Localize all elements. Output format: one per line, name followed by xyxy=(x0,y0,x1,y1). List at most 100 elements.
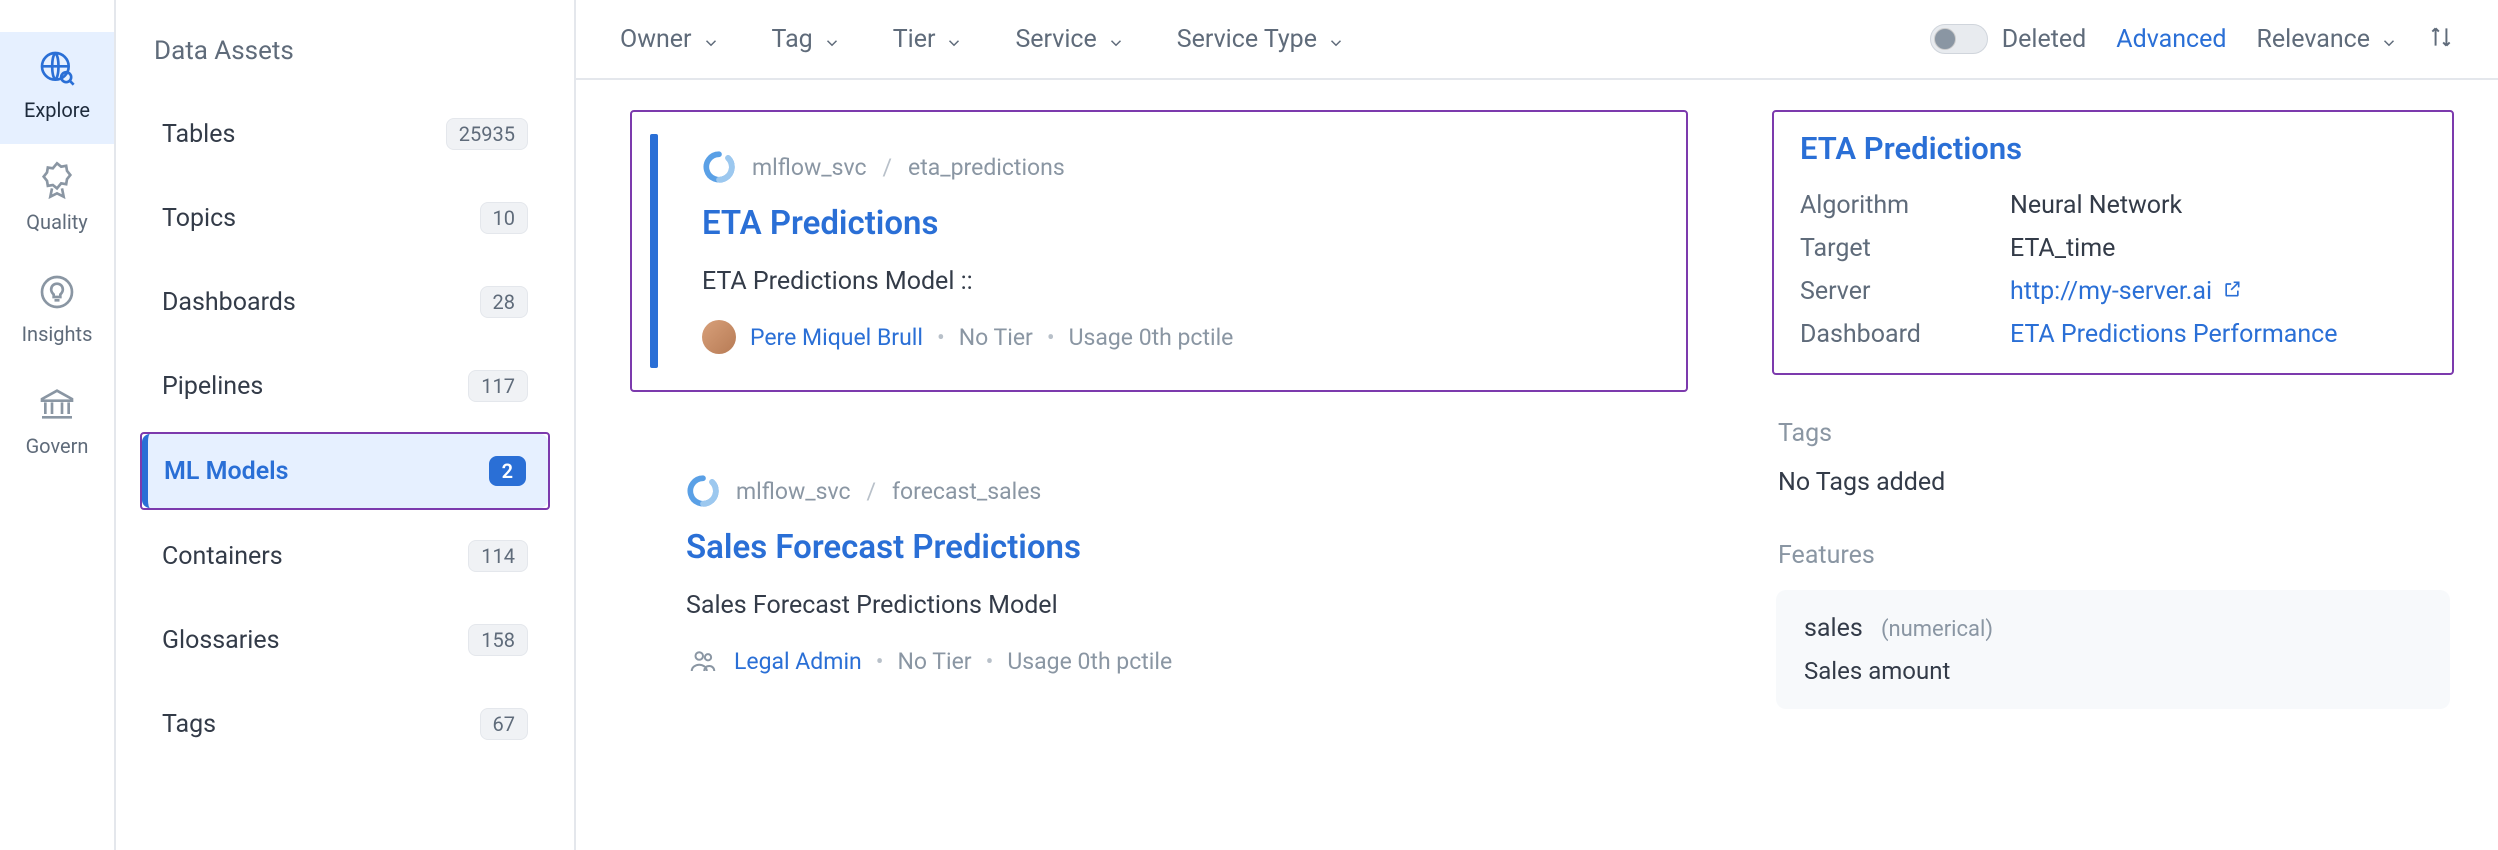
sort-relevance[interactable]: Relevance xyxy=(2256,25,2398,54)
sidebar-item-label: Glossaries xyxy=(162,626,279,655)
filter-service-type[interactable]: Service Type xyxy=(1177,25,1345,54)
feature-desc: Sales amount xyxy=(1804,657,2422,685)
mlflow-icon xyxy=(686,474,720,508)
meta-dot: • xyxy=(937,324,945,351)
chevron-down-icon xyxy=(823,30,841,48)
sidebar-item-containers[interactable]: Containers 114 xyxy=(140,518,550,594)
chevron-down-icon xyxy=(945,30,963,48)
section-label-tags: Tags xyxy=(1778,419,2454,448)
result-card[interactable]: mlflow_svc / forecast_sales Sales Foreca… xyxy=(630,436,1688,714)
team-icon xyxy=(686,644,720,678)
sidebar-item-dashboards[interactable]: Dashboards 28 xyxy=(140,264,550,340)
main-area: Owner Tag Tier Service Service Type xyxy=(576,0,2498,850)
sidebar-item-label: Topics xyxy=(162,204,236,233)
sidebar-item-count: 10 xyxy=(480,202,528,234)
result-desc: Sales Forecast Predictions Model xyxy=(686,591,1652,620)
tier-label: No Tier xyxy=(898,648,972,675)
kv-key-dashboard: Dashboard xyxy=(1800,320,2010,349)
lightbulb-icon xyxy=(37,272,77,312)
sidebar-item-count: 2 xyxy=(489,456,526,486)
rail-label: Govern xyxy=(26,434,89,458)
breadcrumb-sep: / xyxy=(867,478,877,505)
sidebar-item-count: 28 xyxy=(480,286,528,318)
selected-stripe xyxy=(650,134,658,368)
deleted-toggle[interactable] xyxy=(1930,24,1988,54)
kv-value-algorithm: Neural Network xyxy=(2010,191,2426,220)
filter-service[interactable]: Service xyxy=(1015,25,1124,54)
result-title[interactable]: Sales Forecast Predictions xyxy=(686,528,1652,567)
result-card[interactable]: mlflow_svc / eta_predictions ETA Predict… xyxy=(630,110,1688,392)
sidebar-item-tables[interactable]: Tables 25935 xyxy=(140,96,550,172)
details-title: ETA Predictions xyxy=(1800,130,2426,167)
details-summary-box: ETA Predictions Algorithm Neural Network… xyxy=(1772,110,2454,375)
rail-item-govern[interactable]: Govern xyxy=(0,368,114,480)
sidebar-item-pipelines[interactable]: Pipelines 117 xyxy=(140,348,550,424)
filter-label: Tier xyxy=(893,25,936,54)
chevron-down-icon xyxy=(1107,30,1125,48)
breadcrumb-service: mlflow_svc xyxy=(752,154,867,181)
sidebar-item-glossaries[interactable]: Glossaries 158 xyxy=(140,602,550,678)
external-link-icon xyxy=(2222,277,2242,306)
asset-list: Tables 25935 Topics 10 Dashboards 28 Pip… xyxy=(140,96,550,762)
chevron-down-icon xyxy=(1327,30,1345,48)
tags-value: No Tags added xyxy=(1778,468,2454,497)
usage-label: Usage 0th pctile xyxy=(1007,648,1172,675)
filter-label: Owner xyxy=(620,25,692,54)
result-desc: ETA Predictions Model :: xyxy=(702,267,1650,296)
rail-item-insights[interactable]: Insights xyxy=(0,256,114,368)
toolbar-right: Deleted Advanced Relevance xyxy=(1930,24,2454,54)
sidebar-item-tags[interactable]: Tags 67 xyxy=(140,686,550,762)
toggle-knob xyxy=(1934,28,1956,50)
tier-label: No Tier xyxy=(959,324,1033,351)
kv-value-server[interactable]: http://my-server.ai xyxy=(2010,277,2426,306)
breadcrumb-service: mlflow_svc xyxy=(736,478,851,505)
feature-head: sales (numerical) xyxy=(1804,614,2422,643)
sidebar-item-label: Containers xyxy=(162,542,283,571)
mlflow-icon xyxy=(702,150,736,184)
filter-label: Service Type xyxy=(1177,25,1317,54)
chevron-down-icon xyxy=(2380,30,2398,48)
sort-direction-icon[interactable] xyxy=(2428,24,2454,54)
sidebar-item-label: Dashboards xyxy=(162,288,296,317)
kv-key-algorithm: Algorithm xyxy=(1800,191,2010,220)
breadcrumb-fqn: eta_predictions xyxy=(908,154,1065,181)
filter-owner[interactable]: Owner xyxy=(620,25,720,54)
details-panel: ETA Predictions Algorithm Neural Network… xyxy=(1742,80,2498,850)
sidebar-item-label: ML Models xyxy=(164,457,289,486)
sidebar-item-count: 158 xyxy=(468,624,528,656)
owner-link[interactable]: Legal Admin xyxy=(734,648,862,675)
avatar xyxy=(702,320,736,354)
meta-dot: • xyxy=(986,648,994,675)
kv-value-dashboard[interactable]: ETA Predictions Performance xyxy=(2010,320,2426,349)
details-kv: Algorithm Neural Network Target ETA_time… xyxy=(1800,191,2426,349)
globe-search-icon xyxy=(37,48,77,88)
feature-card: sales (numerical) Sales amount xyxy=(1776,590,2450,709)
dashboard-link: ETA Predictions Performance xyxy=(2010,320,2338,349)
usage-label: Usage 0th pctile xyxy=(1069,324,1234,351)
breadcrumb-sep: / xyxy=(883,154,893,181)
filter-label: Tag xyxy=(772,25,813,54)
bank-icon xyxy=(37,384,77,424)
sidebar-item-topics[interactable]: Topics 10 xyxy=(140,180,550,256)
filter-tier[interactable]: Tier xyxy=(893,25,964,54)
chevron-down-icon xyxy=(702,30,720,48)
relevance-label: Relevance xyxy=(2256,25,2370,54)
result-title[interactable]: ETA Predictions xyxy=(702,204,1650,243)
sidebar-title: Data Assets xyxy=(154,36,538,66)
filter-tag[interactable]: Tag xyxy=(772,25,841,54)
nav-rail: Explore Quality Insights Govern xyxy=(0,0,116,850)
kv-key-server: Server xyxy=(1800,277,2010,306)
sidebar-item-ml-models[interactable]: ML Models 2 xyxy=(142,434,548,508)
owner-link[interactable]: Pere Miquel Brull xyxy=(750,324,923,351)
rail-item-explore[interactable]: Explore xyxy=(0,32,114,144)
sidebar-item-count: 114 xyxy=(468,540,528,572)
advanced-link[interactable]: Advanced xyxy=(2116,25,2226,54)
meta-dot: • xyxy=(876,648,884,675)
result-meta: Pere Miquel Brull • No Tier • Usage 0th … xyxy=(702,320,1650,354)
rail-item-quality[interactable]: Quality xyxy=(0,144,114,256)
rail-label: Explore xyxy=(24,98,90,122)
kv-key-target: Target xyxy=(1800,234,2010,263)
kv-value-target: ETA_time xyxy=(2010,234,2426,263)
breadcrumb-fqn: forecast_sales xyxy=(892,478,1041,505)
deleted-label: Deleted xyxy=(2002,25,2087,54)
